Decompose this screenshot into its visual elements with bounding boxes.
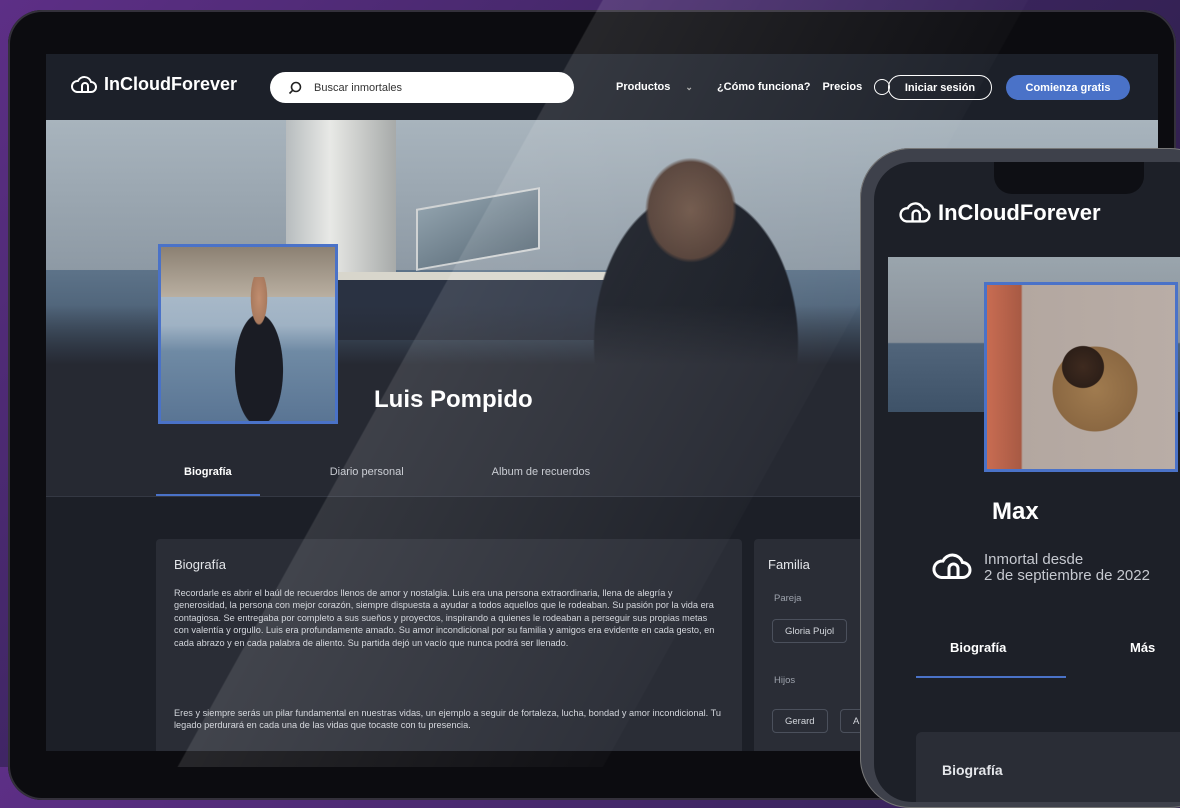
cloud-icon [932, 553, 972, 579]
phone-biography-title: Biografía [942, 762, 1003, 778]
nav-how-it-works[interactable]: ¿Cómo funciona? [717, 81, 811, 93]
phone-device: InCloudForever Max Inmortal desde 2 de s… [860, 148, 1180, 808]
profile-avatar[interactable] [158, 244, 338, 424]
phone-tab-biography[interactable]: Biografía [950, 640, 1006, 655]
search-input[interactable] [312, 80, 546, 95]
brand-logo[interactable]: InCloudForever [70, 74, 237, 95]
cloud-icon [899, 202, 931, 223]
family-child-chip[interactable]: Gerard [772, 709, 828, 733]
phone-tab-indicator [916, 676, 1066, 678]
nav-prices[interactable]: Precios [822, 81, 862, 93]
phone-profile-name: Max [992, 498, 1039, 525]
nav-products-label: Productos [616, 81, 671, 93]
avatar-person [219, 277, 299, 421]
phone-tabs: Biografía Más [916, 632, 1180, 682]
phone-biography-card: Biografía [916, 732, 1180, 802]
chevron-down-icon: ⌄ [685, 82, 693, 92]
tab-biography[interactable]: Biografía [156, 454, 260, 496]
search-icon [288, 81, 302, 95]
top-navbar: InCloudForever Productos ⌄ ¿Cómo funciona… [46, 54, 1158, 120]
profile-tabs: Biografía Diario personal Album de recue… [156, 454, 618, 496]
start-free-button[interactable]: Comienza gratis [1006, 75, 1130, 100]
biography-title: Biografía [174, 557, 227, 572]
immortal-since-label: Inmortal desde [984, 551, 1084, 568]
phone-screen: InCloudForever Max Inmortal desde 2 de s… [874, 162, 1180, 802]
avatar-dog [1029, 323, 1149, 433]
tab-personal-diary[interactable]: Diario personal [260, 454, 432, 496]
immortal-since-date: 2 de septiembre de 2022 [984, 567, 1150, 584]
cover-solar-panel [416, 187, 540, 271]
family-partner-chip[interactable]: Gloria Pujol [772, 619, 848, 643]
nav-links: Productos ⌄ ¿Cómo funciona? Precios [616, 79, 902, 95]
phone-notch [994, 162, 1144, 194]
phone-profile-avatar[interactable] [984, 282, 1178, 472]
cloud-icon [71, 75, 97, 93]
nav-products[interactable]: Productos ⌄ [616, 81, 705, 93]
login-button[interactable]: Iniciar sesión [888, 75, 992, 100]
tab-memories-album[interactable]: Album de recuerdos [432, 454, 618, 496]
family-partner-label: Pareja [774, 593, 802, 604]
brand-name: InCloudForever [104, 74, 238, 94]
biography-paragraph-1: Recordarle es abrir el baúl de recuerdos… [174, 588, 715, 648]
biography-paragraph-2: Eres y siempre serás un pilar fundamenta… [174, 708, 721, 731]
search-bar[interactable] [270, 72, 574, 103]
phone-brand-name: InCloudForever [938, 200, 1101, 225]
biography-card: Biografía Recordarle es abrir el baúl de… [156, 539, 742, 751]
immortal-since: Inmortal desde 2 de septiembre de 2022 [930, 552, 1150, 584]
family-title: Familia [768, 557, 810, 572]
profile-name: Luis Pompido [374, 386, 533, 413]
phone-tab-more[interactable]: Más [1130, 640, 1155, 655]
phone-brand-logo[interactable]: InCloudForever [898, 200, 1101, 226]
family-children-label: Hijos [774, 675, 796, 686]
